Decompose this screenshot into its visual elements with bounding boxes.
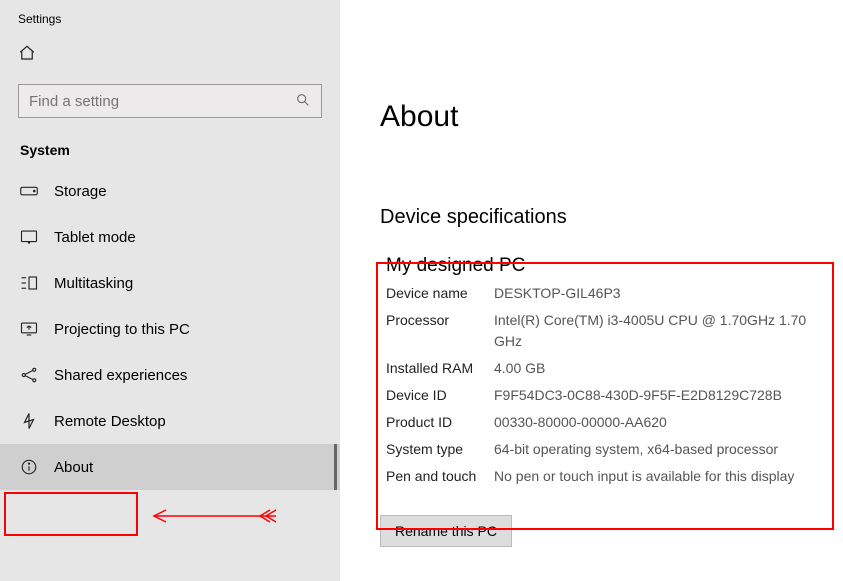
spec-value: 4.00 GB [494,358,832,379]
spec-label: Device name [386,283,494,304]
multitasking-icon [20,274,38,292]
spec-row-device-name: Device name DESKTOP-GIL46P3 [386,283,832,304]
projecting-icon [20,320,38,338]
rename-pc-button[interactable]: Rename this PC [380,515,512,547]
spec-value: DESKTOP-GIL46P3 [494,283,832,304]
app-title: Settings [0,10,340,26]
sidebar-category: System [0,118,340,164]
sidebar-item-label: Projecting to this PC [54,321,190,338]
spec-row-processor: Processor Intel(R) Core(TM) i3-4005U CPU… [386,310,832,352]
spec-row-product-id: Product ID 00330-80000-00000-AA620 [386,412,832,433]
sidebar: Settings System Storage Tablet mode [0,0,340,581]
spec-label: System type [386,439,494,460]
pc-friendly-name: My designed PC [386,255,832,277]
spec-value: F9F54DC3-0C88-430D-9F5F-E2D8129C728B [494,385,832,406]
sidebar-item-remote[interactable]: Remote Desktop [0,398,340,444]
sidebar-item-storage[interactable]: Storage [0,168,340,214]
spec-row-ram: Installed RAM 4.00 GB [386,358,832,379]
sidebar-item-label: Shared experiences [54,367,187,384]
sidebar-item-label: About [54,459,93,476]
nav-list: Storage Tablet mode Multitasking Project… [0,168,340,490]
shared-icon [20,366,38,384]
sidebar-item-about[interactable]: About [0,444,340,490]
spec-label: Processor [386,310,494,352]
spec-value: 00330-80000-00000-AA620 [494,412,832,433]
spec-label: Pen and touch [386,466,494,487]
search-field[interactable] [29,93,295,110]
spec-value: Intel(R) Core(TM) i3-4005U CPU @ 1.70GHz… [494,310,832,352]
spec-label: Installed RAM [386,358,494,379]
sidebar-item-tablet[interactable]: Tablet mode [0,214,340,260]
section-title: Device specifications [380,206,843,229]
info-icon [20,458,38,476]
search-input[interactable] [18,84,322,118]
search-icon [295,92,311,111]
tablet-icon [20,228,38,246]
sidebar-item-label: Storage [54,183,107,200]
sidebar-item-projecting[interactable]: Projecting to this PC [0,306,340,352]
sidebar-item-shared[interactable]: Shared experiences [0,352,340,398]
spec-label: Product ID [386,412,494,433]
storage-icon [20,182,38,200]
spec-row-device-id: Device ID F9F54DC3-0C88-430D-9F5F-E2D812… [386,385,832,406]
sidebar-item-label: Multitasking [54,275,133,292]
page-title: About [380,100,843,134]
spec-label: Device ID [386,385,494,406]
spec-row-system-type: System type 64-bit operating system, x64… [386,439,832,460]
remote-icon [20,412,38,430]
sidebar-item-multitasking[interactable]: Multitasking [0,260,340,306]
sidebar-item-label: Tablet mode [54,229,136,246]
spec-row-pen-touch: Pen and touch No pen or touch input is a… [386,466,832,487]
main-content: About Device specifications My designed … [340,0,843,581]
spec-value: 64-bit operating system, x64-based proce… [494,439,832,460]
device-specs-box: My designed PC Device name DESKTOP-GIL46… [380,247,842,503]
home-icon[interactable] [18,44,340,62]
sidebar-item-label: Remote Desktop [54,413,166,430]
spec-value: No pen or touch input is available for t… [494,466,832,487]
